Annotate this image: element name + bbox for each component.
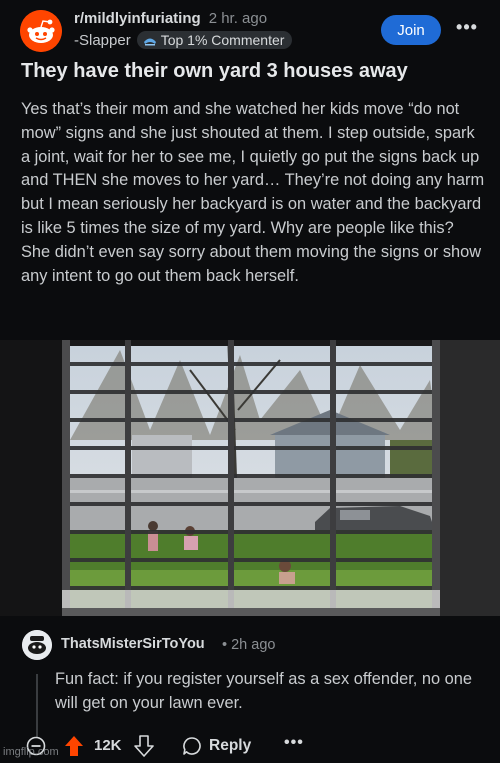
downvote-icon[interactable] xyxy=(134,735,154,757)
subreddit-name[interactable]: r/mildlyinfuriating xyxy=(74,10,201,27)
comment-age-text: 2h ago xyxy=(231,637,276,653)
post-body: Yes that’s their mom and she watched her… xyxy=(21,100,485,285)
window-blinds-photo xyxy=(0,340,500,616)
subreddit-avatar[interactable] xyxy=(20,10,62,52)
thread-line[interactable] xyxy=(36,674,38,738)
snoo-avatar-icon xyxy=(22,630,52,660)
flair-label: Top 1% Commenter xyxy=(160,32,285,48)
reply-button[interactable]: Reply xyxy=(209,737,251,755)
reddit-snoo-icon xyxy=(20,10,62,52)
comment: ThatsMisterSirToYou • 2h ago Fun fact: i… xyxy=(0,616,500,763)
comment-flair-icon xyxy=(143,38,156,46)
post-age: 2 hr. ago xyxy=(208,10,268,27)
user-flair: Top 1% Commenter xyxy=(136,31,293,49)
comment-age: • 2h ago xyxy=(222,637,276,653)
post-card: r/mildlyinfuriating 2 hr. ago -Slapper To… xyxy=(0,0,500,340)
post-meta: r/mildlyinfuriating 2 hr. ago xyxy=(74,10,267,27)
vote-count: 12K xyxy=(94,737,122,754)
author-line: -Slapper Top 1% Commenter xyxy=(74,31,293,49)
comment-author[interactable]: ThatsMisterSirToYou xyxy=(61,636,205,652)
join-button[interactable]: Join xyxy=(381,15,441,45)
post-image[interactable] xyxy=(0,340,500,616)
post-title[interactable]: They have their own yard 3 houses away xyxy=(21,60,483,83)
comment-actions: 12K Reply ••• xyxy=(0,732,500,760)
commenter-avatar[interactable] xyxy=(22,630,52,660)
comment-body: Fun fact: if you register yourself as a … xyxy=(55,670,472,712)
upvote-icon[interactable] xyxy=(64,735,84,757)
watermark: imgflip.com xyxy=(3,746,59,758)
reply-icon[interactable] xyxy=(182,736,202,756)
ellipsis-icon[interactable]: ••• xyxy=(455,16,479,40)
post-author[interactable]: -Slapper xyxy=(74,32,131,49)
comment-more-icon[interactable]: ••• xyxy=(284,734,304,752)
